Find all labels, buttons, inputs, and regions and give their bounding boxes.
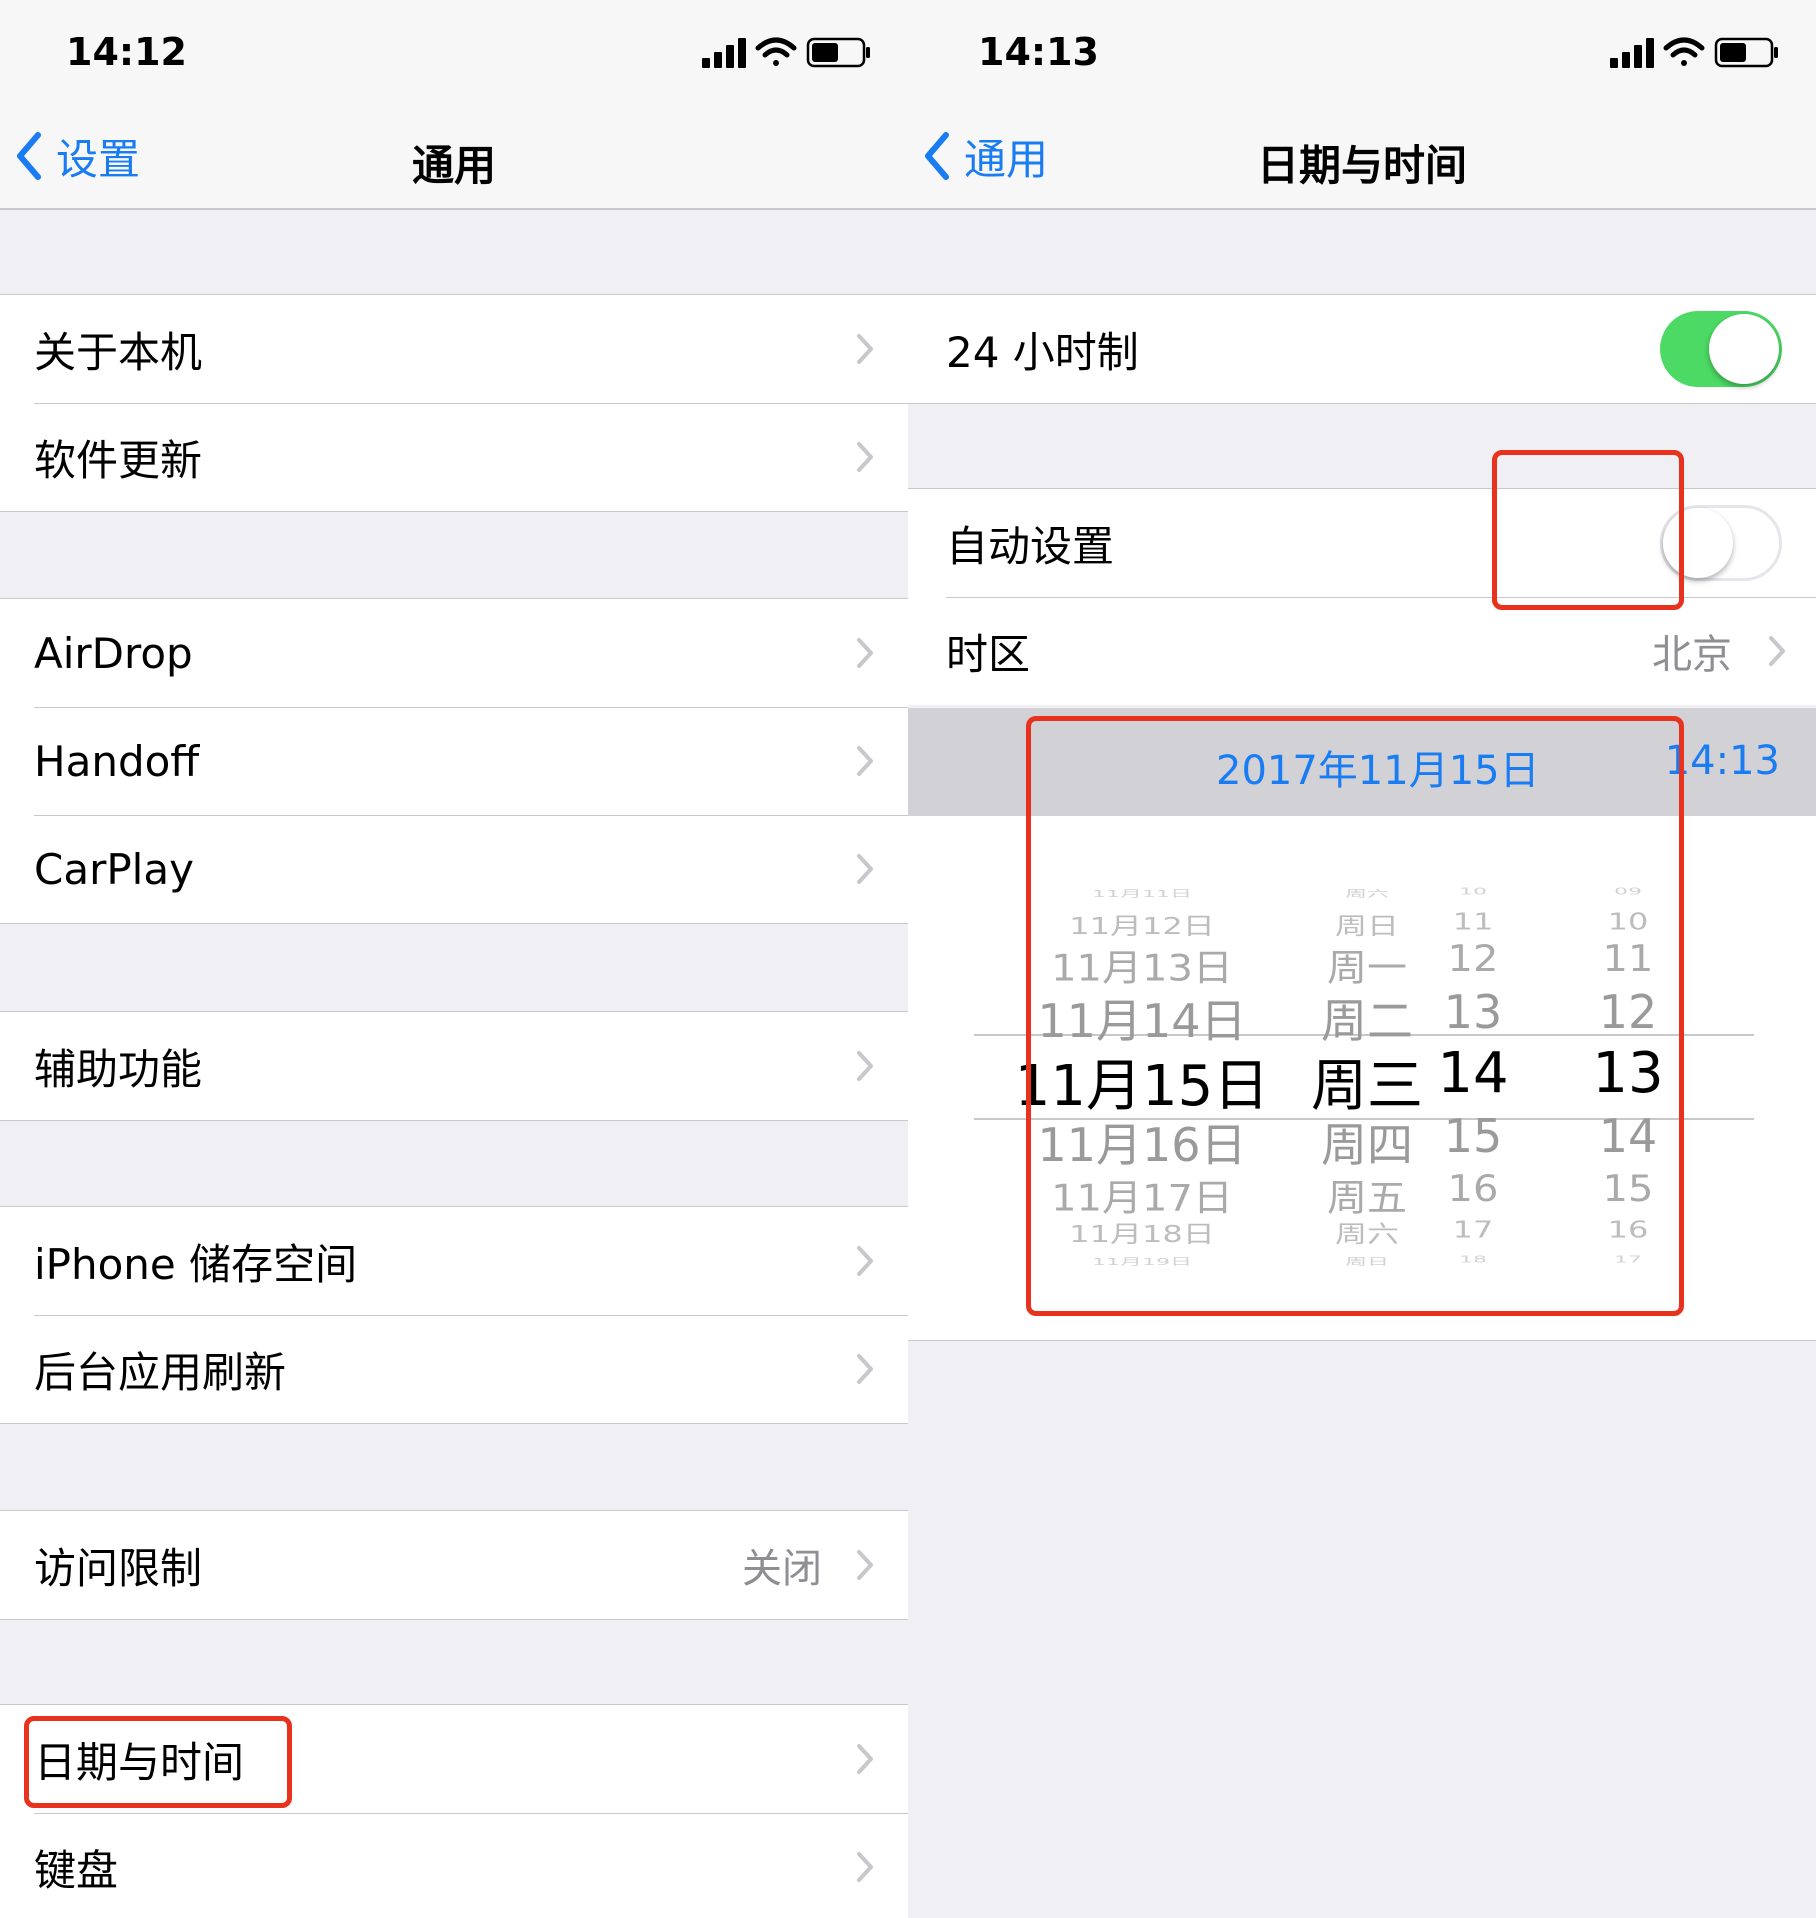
row-restrictions[interactable]: 访问限制 关闭 [0,1511,908,1619]
hour24-toggle[interactable] [1660,311,1782,387]
settings-group-3: 辅助功能 [0,1011,908,1121]
highlight-auto-set-toggle [1492,450,1684,610]
row-software-update[interactable]: 软件更新 [0,403,908,511]
timezone-value: 北京 [1652,632,1732,678]
settings-group-2: AirDrop Handoff CarPlay [0,598,908,924]
row-label: 访问限制 [34,1543,203,1593]
navigation-bar: 设置 通用 [0,100,908,210]
settings-group-1: 关于本机 软件更新 [0,294,908,512]
chevron-right-icon [857,746,873,776]
row-label: 时区 [946,629,1031,679]
chevron-right-icon [857,1354,873,1384]
chevron-right-icon [857,854,873,884]
chevron-right-icon [857,1246,873,1276]
cellular-signal-icon [1610,38,1654,68]
page-title: 日期与时间 [1256,141,1467,190]
row-label: 辅助功能 [34,1044,203,1094]
chevron-right-icon [857,442,873,472]
row-24-hour: 24 小时制 [908,295,1816,403]
date-time-screen: 14:13 通用 日期与时间 24 小时制 自动设置 时区 北京 2017年11… [908,0,1816,1918]
highlight-date-time-row [24,1716,292,1808]
row-about[interactable]: 关于本机 [0,295,908,403]
toggle-knob [1709,314,1779,384]
row-label: 软件更新 [34,435,203,485]
wifi-icon [1663,37,1705,66]
status-time: 14:13 [978,30,1099,74]
row-label: AirDrop [34,628,193,678]
row-carplay[interactable]: CarPlay [0,815,908,923]
settings-group-5: 访问限制 关闭 [0,1510,908,1620]
status-bar: 14:13 [908,0,1816,100]
restrictions-value: 关闭 [742,1546,822,1592]
row-handoff[interactable]: Handoff [0,707,908,815]
cellular-signal-icon [702,38,746,68]
general-settings-screen: 14:12 设置 通用 关于本机 软件更新 AirDrop Handoff Ca… [0,0,908,1918]
row-label: CarPlay [34,844,194,894]
row-label: 键盘 [34,1845,119,1895]
chevron-right-icon [857,1852,873,1882]
highlight-date-picker [1026,716,1684,1316]
page-title: 通用 [411,141,496,190]
row-label: 后台应用刷新 [34,1347,287,1397]
chevron-right-icon [857,1744,873,1774]
row-label: iPhone 储存空间 [34,1239,358,1289]
row-timezone[interactable]: 时区 北京 [908,597,1816,705]
chevron-right-icon [857,334,873,364]
battery-icon [1714,37,1778,68]
battery-icon [806,37,870,68]
wifi-icon [755,37,797,66]
status-time: 14:12 [66,30,187,74]
chevron-right-icon [857,1051,873,1081]
hour24-group: 24 小时制 [908,294,1816,404]
row-label: 自动设置 [946,521,1115,571]
chevron-right-icon [857,638,873,668]
row-airdrop[interactable]: AirDrop [0,599,908,707]
row-background-refresh[interactable]: 后台应用刷新 [0,1315,908,1423]
row-keyboard[interactable]: 键盘 [0,1813,908,1918]
chevron-right-icon [1769,636,1785,666]
row-iphone-storage[interactable]: iPhone 储存空间 [0,1207,908,1315]
chevron-right-icon [857,1550,873,1580]
status-bar: 14:12 [0,0,908,100]
row-label: 24 小时制 [946,327,1139,377]
row-label: 关于本机 [34,327,203,377]
navigation-bar: 通用 日期与时间 [908,100,1816,210]
row-accessibility[interactable]: 辅助功能 [0,1012,908,1120]
row-label: Handoff [34,736,200,786]
settings-group-4: iPhone 储存空间 后台应用刷新 [0,1206,908,1424]
